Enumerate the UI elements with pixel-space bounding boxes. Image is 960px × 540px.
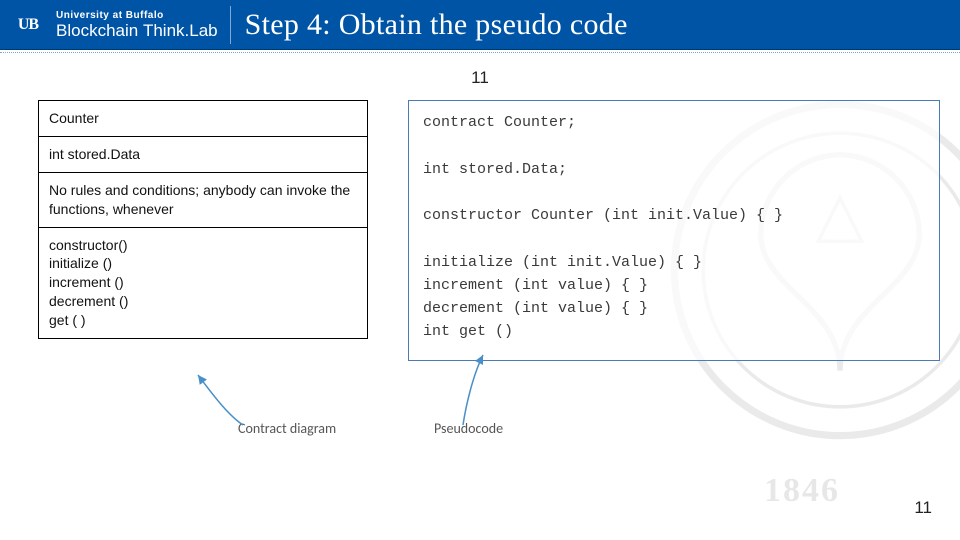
dotted-divider — [0, 52, 960, 53]
slide-number-top: 11 — [471, 68, 489, 88]
page-number-bottom: 11 — [914, 498, 932, 518]
slide-title: Step 4: Obtain the pseudo code — [245, 8, 628, 42]
arrow-pseudo-icon — [448, 350, 498, 430]
diagram-row-rules: No rules and conditions; anybody can inv… — [39, 173, 367, 228]
logo-block: UB University at Buffalo Blockchain Thin… — [0, 6, 231, 44]
ub-logo-text: UB — [18, 16, 38, 34]
caption-contract-diagram: Contract diagram — [238, 420, 336, 437]
diagram-row-title: Counter — [39, 101, 367, 137]
contract-diagram: Counter int stored.Data No rules and con… — [38, 100, 368, 339]
logo-text: University at Buffalo Blockchain Think.L… — [56, 11, 218, 39]
logo-lab-line: Blockchain Think.Lab — [56, 22, 218, 39]
logo-thin: Think.Lab — [143, 21, 218, 40]
ub-logo-icon: UB — [10, 13, 46, 37]
logo-university-line: University at Buffalo — [56, 11, 218, 21]
header-bar: UB University at Buffalo Blockchain Thin… — [0, 0, 960, 50]
caption-pseudocode: Pseudocode — [434, 420, 503, 437]
pseudocode-box: contract Counter; int stored.Data; const… — [408, 100, 940, 361]
logo-strong: Blockchain — [56, 21, 138, 40]
diagram-row-functions: constructor() initialize () increment ()… — [39, 228, 367, 338]
diagram-row-data: int stored.Data — [39, 137, 367, 173]
content-area: Counter int stored.Data No rules and con… — [38, 100, 940, 490]
